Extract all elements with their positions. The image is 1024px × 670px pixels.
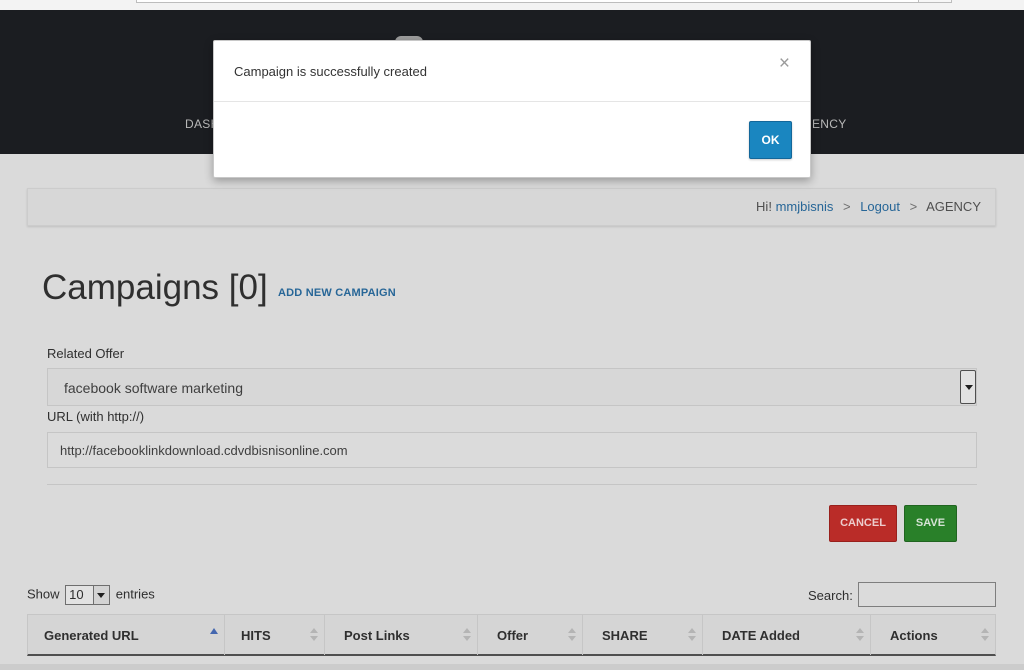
close-icon[interactable]: × <box>779 53 790 75</box>
dialog-message: Campaign is successfully created <box>234 64 427 79</box>
dialog-header: Campaign is successfully created × <box>214 41 810 102</box>
browser-button[interactable] <box>918 0 952 3</box>
browser-toolbar <box>0 0 1024 10</box>
success-dialog: Campaign is successfully created × OK <box>213 40 811 178</box>
address-bar[interactable] <box>136 0 919 3</box>
ok-button[interactable]: OK <box>749 121 792 159</box>
